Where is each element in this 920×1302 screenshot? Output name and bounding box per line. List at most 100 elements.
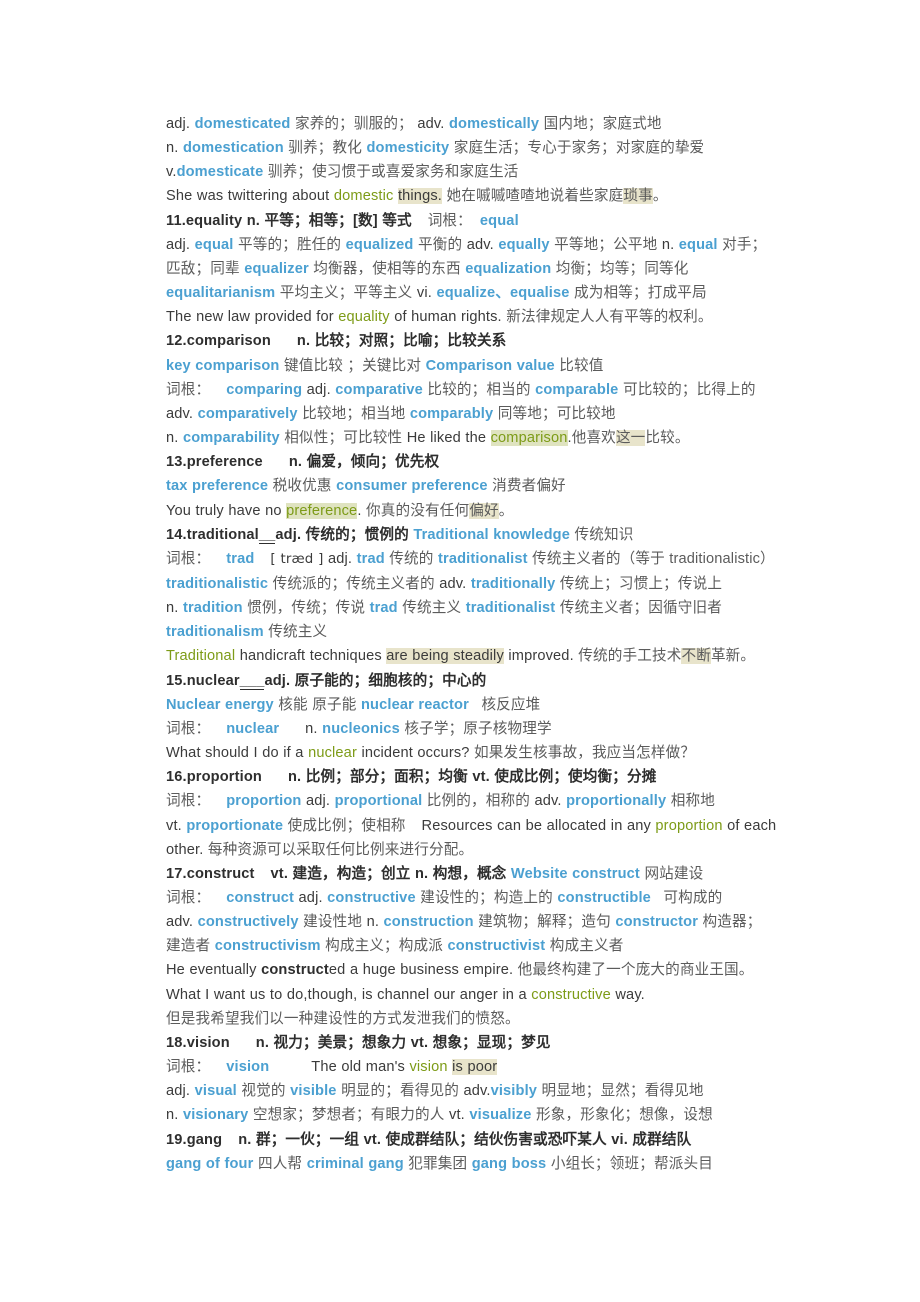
phrase-tax-preference: tax preference — [166, 478, 269, 495]
term-constructive: constructive — [327, 890, 416, 906]
example-translation-b: 。 — [498, 502, 514, 519]
pos-adj: adj. — [166, 1083, 191, 1100]
entry-11-line3: 匹敌；同辈 equalizer 均衡器，使相等的东西 equalization … — [166, 257, 800, 281]
entry-19-headword: gang — [186, 1131, 223, 1148]
entry-11-line2: adj. equal 平等的；胜任的 equalized 平衡的 adv. eq… — [166, 233, 800, 257]
root-nuclear: nuclear — [226, 720, 280, 737]
entry-12-headword: comparison — [186, 333, 271, 350]
pos-n: n. — [166, 600, 179, 617]
root-label: 词根： — [166, 550, 211, 567]
example-text-c: other. — [166, 841, 204, 858]
example-text-b: way. — [610, 986, 645, 1003]
entry-16-headword: proportion — [186, 769, 262, 786]
entry-13-line2: tax preference 税收优惠 consumer preference … — [166, 474, 800, 498]
entry-15-example: What should I do if a nuclear incident o… — [166, 741, 800, 765]
example-keyword-constructive: constructive — [531, 986, 611, 1003]
gloss-comparably: 同等地；可比较地 — [497, 405, 616, 422]
entry-16-number: 16. — [166, 769, 187, 786]
entry-domestic-example: She was twittering about domestic things… — [166, 184, 800, 208]
entry-17-gloss-n: 构想，概念 — [432, 865, 507, 882]
root-label: 词根： — [166, 720, 211, 737]
gloss-website-construct: 网站建设 — [644, 865, 704, 882]
term-visual: visual — [194, 1083, 237, 1100]
example-text-a: He eventually — [166, 962, 262, 979]
entry-15-gloss: 原子能的；细胞核的；中心的 — [294, 672, 487, 689]
entry-16-pos-n: n. — [287, 769, 302, 786]
term-comparably: comparably — [409, 405, 494, 422]
entry-domestic-derivatives-line1: adj. domesticated 家养的；驯服的； adv. domestic… — [166, 112, 800, 136]
gloss-equalization: 均衡；均等；同等化 — [555, 260, 689, 277]
term-equal-noun: equal — [678, 236, 718, 253]
example-text-a: What should I do if a — [166, 745, 309, 762]
example-keyword-construct: construct — [261, 962, 329, 979]
term-visible: visible — [290, 1083, 337, 1100]
example-text-b: incident occurs? — [356, 745, 470, 762]
entry-17-example-2: What I want us to do,though, is channel … — [166, 983, 800, 1007]
entry-12-pos: n. — [296, 333, 311, 350]
entry-11-example: The new law provided for equality of hum… — [166, 305, 800, 329]
pos-vt: vt. — [449, 1107, 465, 1124]
phrase-key-comparison: key comparison — [166, 357, 280, 374]
entry-domestic-derivatives-line2: n. domestication 驯养；教化 domesticity 家庭生活；… — [166, 136, 800, 160]
term-traditionalist-noun: traditionalist — [465, 600, 556, 617]
entry-11-headword: equality — [185, 212, 243, 229]
example-translation-a: 他喜欢 — [571, 430, 616, 447]
root-proportion: proportion — [226, 793, 302, 810]
gloss-tax-preference: 税收优惠 — [272, 478, 332, 495]
gloss-visual: 视觉的 — [241, 1083, 286, 1100]
term-domesticate: domesticate — [176, 164, 264, 181]
term-comparable: comparable — [535, 381, 619, 398]
entry-19-number: 19. — [166, 1131, 187, 1148]
gloss-domestically: 国内地；家庭式地 — [543, 116, 662, 132]
pos-adv: adv. — [463, 1083, 491, 1100]
gloss-criminal-gang: 犯罪集团 — [408, 1155, 468, 1172]
pos-adj: adj. — [328, 550, 353, 567]
term-visionary: visionary — [182, 1107, 249, 1124]
gloss-construction: 建筑物；解释；造句 — [478, 914, 611, 931]
root-label: 词根： — [166, 381, 211, 398]
example-highlight-phrase: are being steadily — [386, 648, 504, 665]
example-translation-highlight: 琐事 — [623, 188, 653, 205]
entry-17-example-2-translation: 但是我希望我们以一种建设性的方式发泄我们的愤怒。 — [166, 1007, 800, 1031]
entry-11-number: 11. — [166, 212, 186, 229]
gloss-domesticated: 家养的；驯服的； — [294, 116, 413, 132]
entry-11-root-label: 词根： — [427, 212, 472, 229]
entry-17-example-1: He eventually constructed a huge busines… — [166, 958, 800, 982]
example-keyword-nuclear: nuclear — [308, 745, 357, 762]
gloss-proportionate: 使成比例；使相称 — [287, 817, 406, 834]
entry-12-line5: n. comparability 相似性；可比较性 He liked the c… — [166, 426, 800, 450]
entry-18-number: 18. — [166, 1034, 187, 1051]
gloss-equal: 平等的；胜任的 — [237, 236, 342, 253]
phrase-criminal-gang: criminal gang — [306, 1155, 404, 1172]
gloss-nuclear-reactor: 核反应堆 — [481, 696, 541, 713]
entry-18-line2: 词根： vision The old man's vision is poor — [166, 1055, 800, 1079]
entry-18-gloss-vt: 想象；显现；梦见 — [432, 1034, 551, 1051]
gloss-equalitarianism: 平均主义；平等主义 — [279, 285, 413, 302]
entry-13-pos: n. — [288, 454, 303, 471]
gloss-visualize: 形象，形象化；想像，设想 — [536, 1107, 713, 1124]
entry-12-line2: key comparison 键值比较 ；关键比对 Comparison val… — [166, 354, 800, 378]
entry-13-headword: preference — [186, 454, 263, 471]
entry-18-header: 18.vision n. 视力；美景；想象力 vt. 想象；显现；梦见 — [166, 1031, 800, 1055]
example-keyword-proportion: proportion — [655, 817, 723, 834]
gloss-gang-of-four: 四人帮 — [257, 1155, 303, 1172]
gloss-traditionalist-noun: 传统主义者；因循守旧者 — [559, 600, 722, 617]
gloss-visionary: 空想家；梦想者；有眼力的人 — [252, 1107, 445, 1124]
pos-n: n. — [166, 430, 179, 447]
term-constructor: constructor — [615, 914, 699, 931]
pos-n: n. — [166, 140, 179, 157]
pos-adv: adv. — [534, 793, 562, 810]
gloss-domesticity: 家庭生活；专心于家务；对家庭的挚爱 — [453, 140, 705, 157]
entry-11-root: equal — [479, 212, 519, 229]
term-comparative: comparative — [335, 381, 423, 398]
gloss-comparability: 相似性；可比较性 — [284, 430, 403, 447]
gloss-constructively: 建设性地 — [303, 914, 363, 931]
entry-15-line2: Nuclear energy 核能 原子能 nuclear reactor 核反… — [166, 693, 800, 717]
term-constructivism: constructivism — [214, 938, 321, 955]
example-text-a: She was twittering about — [166, 188, 334, 205]
gloss-tradition: 惯例，传统；传说 — [247, 600, 366, 617]
gloss-trad-adj: 传统的 — [389, 550, 434, 567]
gloss-domesticate: 驯养；使习惯于或喜爱家务和家庭生活 — [267, 164, 519, 181]
example-translation-a: 她在嘁嘁喳喳地说着些家庭 — [441, 188, 624, 205]
phrase-consumer-preference: consumer preference — [336, 478, 488, 495]
